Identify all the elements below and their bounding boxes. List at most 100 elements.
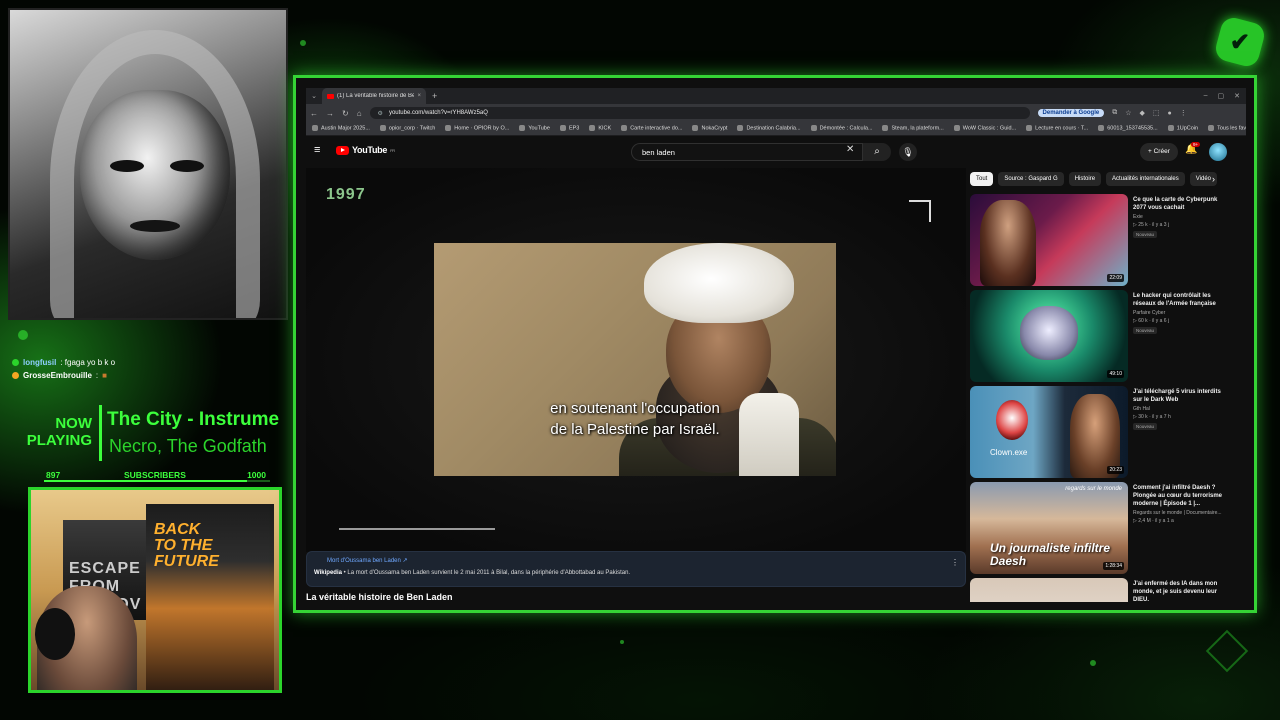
youtube-play-icon xyxy=(336,145,349,155)
tab-youtube[interactable]: (1) La véritable histoire de Ben L × xyxy=(322,88,426,104)
recommendation-thumbnail[interactable] xyxy=(970,578,1128,602)
bookmark-item[interactable]: Steam, la plateform... xyxy=(882,125,944,132)
extensions-puzzle-icon[interactable]: ⬚ xyxy=(1153,109,1160,117)
bookmark-item[interactable]: Tous les favoris xyxy=(1208,125,1246,132)
youtube-header: ≡ YouTube FR ben laden ✕ ⌕ 🎙 + Créer 🔔 9… xyxy=(306,136,1246,168)
search-button[interactable]: ⌕ xyxy=(863,143,891,161)
chip-history[interactable]: Histoire xyxy=(1068,172,1102,186)
forward-icon[interactable]: → xyxy=(326,109,334,118)
menu-hamburger-icon[interactable]: ≡ xyxy=(314,145,324,156)
overlay-speck xyxy=(18,330,28,340)
video-progress-bar[interactable] xyxy=(339,528,495,530)
close-window-icon[interactable]: ✕ xyxy=(1234,92,1240,100)
recommendation-item[interactable]: regards sur le monde Un journaliste infi… xyxy=(970,482,1230,574)
bookmark-item[interactable]: EP3 xyxy=(559,125,579,132)
more-options-icon[interactable]: ⋮ xyxy=(951,558,959,567)
bookmark-item[interactable]: 1UpCoin xyxy=(1167,125,1198,132)
subscriber-goal-target: 1000 xyxy=(247,470,266,480)
recommendation-channel[interactable]: Regards sur le monde | Documentaire... xyxy=(1133,510,1229,516)
home-icon[interactable]: ⌂ xyxy=(357,109,362,118)
site-info-icon[interactable]: ⚙ xyxy=(378,110,383,117)
overlay-speck xyxy=(1090,660,1096,666)
address-bar-row: ← → ↻ ⌂ ⚙ youtube.com/watch?v=rYH8AWz5aQ… xyxy=(306,104,1246,122)
subscriber-count: 897 xyxy=(46,470,61,480)
recommendation-title[interactable]: J'ai enfermé des IA dans mon monde, et j… xyxy=(1133,580,1229,602)
bookmark-label: Austin Major 2025... xyxy=(321,125,370,132)
recommendation-meta: ▷ 30 k · il y a 7 h xyxy=(1133,414,1171,420)
recommendation-channel[interactable]: Parfaire Cyber xyxy=(1133,310,1229,316)
bookmark-item[interactable]: opior_corp · Twitch xyxy=(379,125,435,132)
tab-search-icon[interactable]: ⌄ xyxy=(306,92,322,100)
chip-international[interactable]: Actualités internationales xyxy=(1106,172,1185,186)
recommendation-channel[interactable]: Gth Hal xyxy=(1133,406,1229,412)
extension-icon[interactable]: ◆ xyxy=(1140,109,1145,117)
bookmark-favicon-icon xyxy=(621,125,628,132)
url-field[interactable]: ⚙ youtube.com/watch?v=rYH8AWz5aQ xyxy=(369,107,1030,119)
bookmark-favicon-icon xyxy=(445,125,452,132)
account-avatar[interactable] xyxy=(1209,143,1227,161)
browser-window: ⌄ (1) La véritable histoire de Ben L × +… xyxy=(293,75,1257,613)
now-playing-label-line: PLAYING xyxy=(26,432,92,449)
bookmark-item[interactable]: Lecture en cours · T... xyxy=(1026,125,1089,132)
info-panel-link[interactable]: Mort d'Oussama ben Laden ↗ xyxy=(327,557,408,564)
create-button[interactable]: + Créer xyxy=(1140,143,1178,161)
bookmark-item[interactable]: Austin Major 2025... xyxy=(312,125,370,132)
thumbnail-figure xyxy=(1020,306,1078,360)
recommendation-thumbnail[interactable]: 49:10 xyxy=(970,290,1128,382)
voice-search-button[interactable]: 🎙 xyxy=(899,143,917,161)
now-playing-label-line: NOW xyxy=(55,415,92,432)
recommendation-title[interactable]: Comment j'ai infiltré Daesh ? Plongée au… xyxy=(1133,484,1229,508)
reload-icon[interactable]: ↻ xyxy=(342,109,349,118)
recommendation-item[interactable]: J'ai enfermé des IA dans mon monde, et j… xyxy=(970,578,1230,602)
back-icon[interactable]: ← xyxy=(310,109,318,118)
search-input[interactable]: ben laden xyxy=(631,143,863,161)
recommendation-title[interactable]: J'ai téléchargé 5 virus interdits sur le… xyxy=(1133,388,1229,404)
bookmark-item[interactable]: YouTube xyxy=(519,125,550,132)
bookmark-label: Lecture en cours · T... xyxy=(1035,125,1089,132)
chevron-right-icon[interactable]: › xyxy=(1212,172,1215,186)
bookmark-item[interactable]: Destination Calabria... xyxy=(737,125,801,132)
bookmark-item[interactable]: Carte interactive do... xyxy=(621,125,683,132)
profile-icon[interactable]: ● xyxy=(1168,110,1172,117)
chip-source[interactable]: Source : Gaspard G xyxy=(998,172,1064,186)
thumbnail-text: Clown.exe xyxy=(990,448,1028,457)
new-tab-button[interactable]: + xyxy=(432,91,437,101)
recommendation-title[interactable]: Ce que la carte de Cyberpunk 2077 vous c… xyxy=(1133,196,1229,212)
bookmark-item[interactable]: 60013_153745535... xyxy=(1098,125,1158,132)
minimize-icon[interactable]: – xyxy=(1204,92,1208,100)
recommendation-channel[interactable]: Exie xyxy=(1133,214,1229,220)
bookmark-star-icon[interactable]: ☆ xyxy=(1125,109,1131,117)
recommendation-thumbnail[interactable]: regards sur le monde Un journaliste infi… xyxy=(970,482,1128,574)
info-panel-text: Wikipedia • La mort d'Oussama ben Laden … xyxy=(314,570,630,576)
headphones xyxy=(35,608,75,660)
bookmark-item[interactable]: KICK xyxy=(589,125,611,132)
install-icon[interactable]: ⧉ xyxy=(1112,109,1117,117)
bookmark-label: Carte interactive do... xyxy=(630,125,683,132)
video-player[interactable]: 1997 en soutenant l'occupation de la Pal… xyxy=(306,168,966,552)
recommendation-title[interactable]: Le hacker qui contrôlait les réseaux de … xyxy=(1133,292,1229,308)
info-panel-source: Wikipedia xyxy=(314,570,342,576)
figure-turban xyxy=(644,243,794,323)
bookmark-item[interactable]: Démontée : Calcula... xyxy=(810,125,873,132)
youtube-logo[interactable]: YouTube FR xyxy=(336,145,395,155)
bookmark-item[interactable]: NokaCrypt xyxy=(692,125,727,132)
maximize-icon[interactable]: ▢ xyxy=(1218,92,1225,100)
menu-icon[interactable]: ⋮ xyxy=(1180,109,1187,117)
notification-count-badge: 9+ xyxy=(1191,142,1201,147)
new-badge: Nouveau xyxy=(1133,423,1158,430)
recommendation-item[interactable]: 49:10 Le hacker qui contrôlait les résea… xyxy=(970,290,1230,382)
close-tab-icon[interactable]: × xyxy=(417,93,421,99)
bookmark-label: Démontée : Calcula... xyxy=(819,125,873,132)
chat-badge-icon xyxy=(12,359,19,366)
recommendation-thumbnail[interactable]: 22:09 xyxy=(970,194,1128,286)
chip-all[interactable]: Tout xyxy=(970,172,994,186)
recommendation-item[interactable]: Clown.exe 20:23 J'ai téléchargé 5 virus … xyxy=(970,386,1230,478)
silver-mask xyxy=(80,90,230,260)
bookmark-item[interactable]: WoW Classic : Guid... xyxy=(953,125,1016,132)
bookmark-item[interactable]: Home · OPIOR by O... xyxy=(445,125,509,132)
recommendation-item[interactable]: 22:09 Ce que la carte de Cyberpunk 2077 … xyxy=(970,194,1230,286)
clear-search-icon[interactable]: ✕ xyxy=(846,144,854,155)
ask-google-button[interactable]: Demander à Google xyxy=(1037,109,1105,117)
recommendation-thumbnail[interactable]: Clown.exe 20:23 xyxy=(970,386,1128,478)
chat-message: longfusil : fgaga yo b k o xyxy=(12,356,115,369)
